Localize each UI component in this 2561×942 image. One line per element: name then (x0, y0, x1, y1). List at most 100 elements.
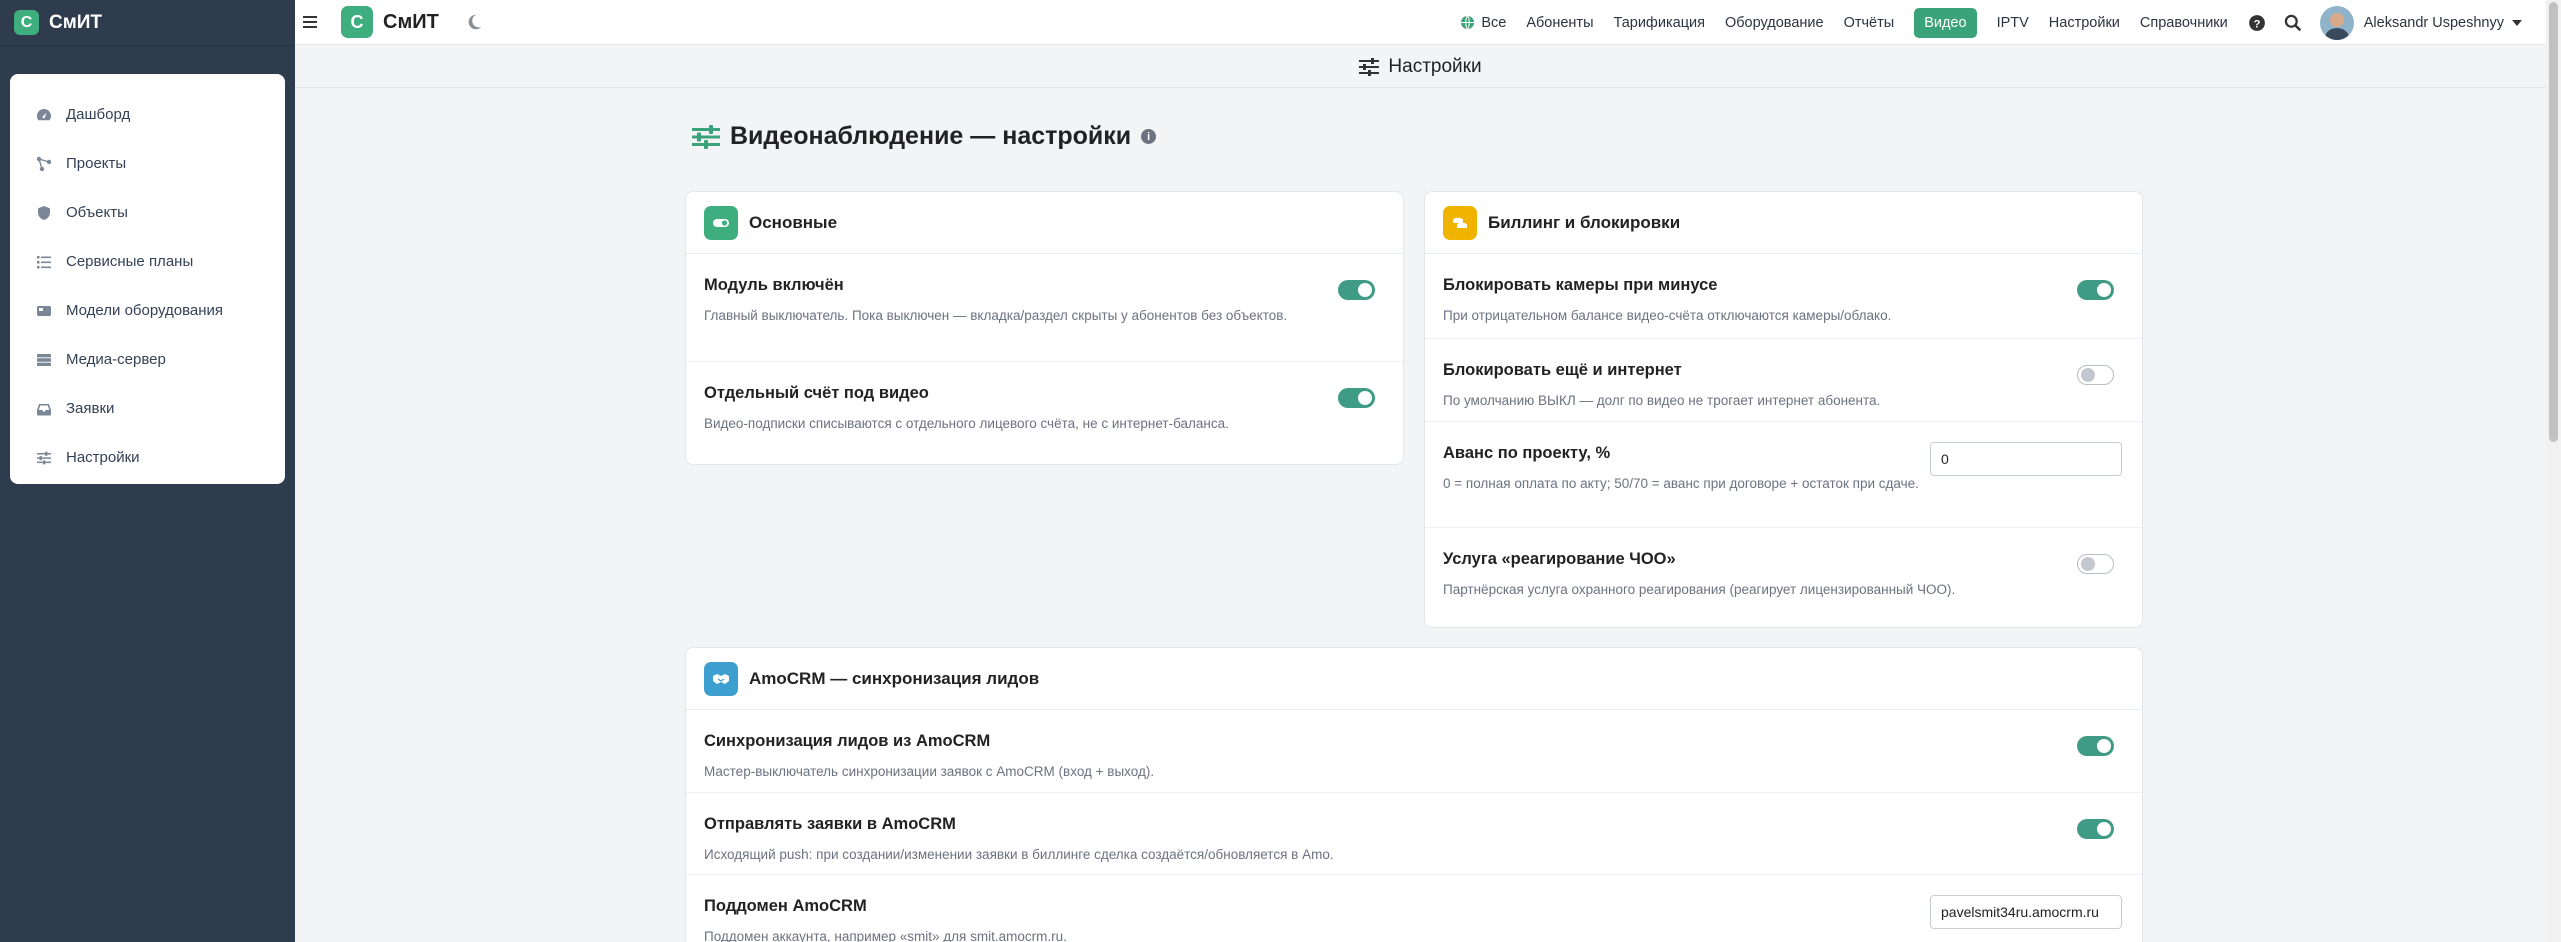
help-icon[interactable]: ? (2248, 14, 2266, 32)
project-advance-input[interactable] (1930, 442, 2122, 476)
sidebar-item-objects[interactable]: Объекты (10, 188, 285, 237)
sidebar-item-label: Медиа-сервер (66, 351, 166, 368)
setting-title: Блокировать камеры при минусе (1443, 276, 1718, 294)
chevron-down-icon[interactable] (2512, 19, 2522, 26)
server-icon (37, 353, 51, 366)
setting-desc: Видео-подписки списываются с отдельного … (704, 416, 1229, 431)
setting-amocrm-sync: Синхронизация лидов из AmoCRM Мастер-вык… (686, 710, 2142, 792)
nav-all[interactable]: Все (1460, 15, 1506, 31)
section-header: Настройки (295, 46, 2546, 88)
card-title: Основные (749, 212, 838, 232)
sliders-icon (1359, 57, 1380, 76)
sidebar-item-service-plans[interactable]: Сервисные планы (10, 237, 285, 286)
brand-logo: С (14, 10, 39, 35)
brand-name: СмИТ (49, 11, 103, 33)
card-header: AmoCRM — синхронизация лидов (686, 648, 2142, 710)
top-brand[interactable]: С СмИТ (341, 6, 439, 38)
nav-video[interactable]: Видео (1914, 7, 1977, 38)
sidebar-item-label: Проекты (66, 155, 127, 172)
sidebar-item-label: Объекты (66, 204, 128, 221)
amocrm-push-toggle[interactable] (2077, 819, 2114, 839)
avatar[interactable] (2319, 5, 2354, 40)
page-title-text: Видеонаблюдение — настройки (730, 122, 1132, 150)
setting-desc: Поддомен аккаунта, например «smit» для s… (704, 929, 1067, 942)
setting-desc: По умолчанию ВЫКЛ — долг по видео не тро… (1443, 393, 1881, 408)
nav-directories[interactable]: Справочники (2140, 15, 2228, 31)
sliders-icon (37, 451, 51, 464)
svg-text:?: ? (2253, 18, 2260, 30)
page-title: Видеонаблюдение — настройки i (692, 122, 1157, 151)
sidebar: С СмИТ Дашборд Проекты Объекты Сервисные… (0, 0, 295, 942)
sidebar-brand[interactable]: С СмИТ (0, 0, 295, 46)
sidebar-nav: Дашборд Проекты Объекты Сервисные планы … (10, 74, 285, 484)
sliders-icon (692, 124, 720, 149)
setting-desc: При отрицательном балансе видео-счёта от… (1443, 308, 1892, 323)
search-icon[interactable] (2284, 14, 2302, 32)
menu-toggle-icon[interactable] (303, 12, 323, 32)
nav-reports[interactable]: Отчёты (1844, 15, 1895, 31)
setting-amocrm-push: Отправлять заявки в AmoCRM Исходящий pus… (686, 792, 2142, 874)
amocrm-subdomain-input[interactable] (1930, 895, 2122, 929)
sidebar-item-label: Сервисные планы (66, 253, 194, 270)
brand-logo: С (341, 6, 373, 38)
sidebar-item-media-server[interactable]: Медиа-сервер (10, 335, 285, 384)
setting-separate-account: Отдельный счёт под видео Видео-подписки … (686, 361, 1403, 461)
section-title: Настройки (1388, 55, 1482, 77)
block-internet-toggle[interactable] (2077, 365, 2114, 385)
handshake-icon (704, 661, 738, 696)
setting-desc: Главный выключатель. Пока выключен — вкл… (704, 308, 1288, 323)
card-title: AmoCRM — синхронизация лидов (749, 668, 1040, 688)
topbar: С СмИТ Все Абоненты Тарификация Оборудов… (295, 0, 2546, 45)
nav-settings[interactable]: Настройки (2049, 15, 2120, 31)
setting-title: Модуль включён (704, 276, 844, 294)
coins-icon (1443, 205, 1477, 240)
sidebar-item-label: Настройки (66, 449, 140, 466)
info-icon[interactable]: i (1141, 129, 1157, 144)
projects-icon (36, 156, 52, 171)
setting-title: Блокировать ещё и интернет (1443, 361, 1682, 379)
sidebar-item-label: Заявки (66, 400, 115, 417)
moon-icon[interactable] (465, 13, 483, 31)
block-cameras-toggle[interactable] (2077, 280, 2114, 300)
setting-desc: Партнёрская услуга охранного реагировани… (1443, 582, 1956, 597)
shield-icon (38, 205, 50, 220)
sidebar-item-label: Модели оборудования (66, 302, 224, 319)
separate-account-toggle[interactable] (1338, 388, 1375, 408)
device-icon (37, 305, 51, 316)
setting-amocrm-subdomain: Поддомен AmoCRM Поддомен аккаунта, напри… (686, 874, 2142, 942)
sidebar-item-settings[interactable]: Настройки (10, 433, 285, 482)
amocrm-sync-toggle[interactable] (2077, 736, 2114, 756)
setting-title: Услуга «реагирование ЧОО» (1443, 550, 1676, 568)
dashboard-icon (37, 108, 51, 120)
sidebar-item-label: Дашборд (66, 106, 131, 123)
nav-all-label: Все (1481, 14, 1507, 31)
nav-iptv[interactable]: IPTV (1997, 15, 2029, 31)
brand-name: СмИТ (383, 10, 439, 33)
top-nav: Все Абоненты Тарификация Оборудование От… (1460, 0, 2546, 45)
module-enabled-toggle[interactable] (1338, 280, 1375, 300)
setting-title: Поддомен AmoCRM (704, 897, 867, 915)
sidebar-item-dashboard[interactable]: Дашборд (10, 90, 285, 139)
sidebar-item-requests[interactable]: Заявки (10, 384, 285, 433)
setting-desc: Мастер-выключатель синхронизации заявок … (704, 764, 1155, 779)
sidebar-item-equipment-models[interactable]: Модели оборудования (10, 286, 285, 335)
nav-equipment[interactable]: Оборудование (1725, 15, 1824, 31)
setting-security-response: Услуга «реагирование ЧОО» Партнёрская ус… (1425, 527, 2142, 627)
setting-desc: Исходящий push: при создании/изменении з… (704, 847, 1334, 862)
globe-icon (1461, 15, 1475, 30)
scrollbar-thumb[interactable] (2549, 2, 2558, 442)
list-icon (37, 255, 51, 268)
card-amocrm: AmoCRM — синхронизация лидов Синхронизац… (685, 647, 2143, 942)
toggle-icon (704, 205, 738, 240)
nav-tariffs[interactable]: Тарификация (1614, 15, 1705, 31)
inbox-icon (37, 403, 51, 415)
card-billing: Биллинг и блокировки Блокировать камеры … (1424, 191, 2143, 628)
page-scrollbar[interactable] (2546, 0, 2561, 942)
user-name[interactable]: Aleksandr Uspeshnyy (2364, 15, 2504, 31)
card-main: Основные Модуль включён Главный выключат… (685, 191, 1404, 465)
nav-subscribers[interactable]: Абоненты (1526, 15, 1593, 31)
setting-project-advance: Аванс по проекту, % 0 = полная оплата по… (1425, 421, 2142, 527)
sidebar-item-projects[interactable]: Проекты (10, 139, 285, 188)
setting-block-internet: Блокировать ещё и интернет По умолчанию … (1425, 338, 2142, 421)
security-response-toggle[interactable] (2077, 554, 2114, 574)
